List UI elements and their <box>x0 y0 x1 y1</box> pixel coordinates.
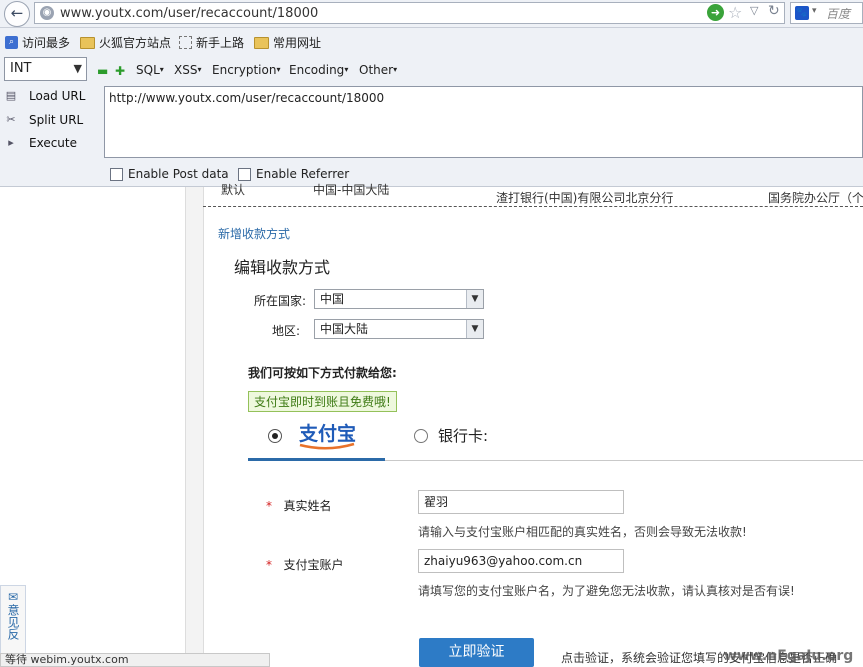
bookmark-star-icon[interactable]: ☆ <box>728 3 742 22</box>
url-dropdown-icon[interactable]: ▽ <box>750 4 758 17</box>
hackbar-panel: ▤ Load URL ✂ Split URL ▸ Execute http://www… <box>0 85 863 187</box>
region-label: 地区: <box>271 324 300 338</box>
page-title: 编辑收款方式 <box>234 258 331 277</box>
menu-encoding[interactable]: Encoding▾ <box>289 63 348 77</box>
url-textarea[interactable]: http://www.youtx.com/user/recaccount/180… <box>104 86 863 158</box>
back-button[interactable]: ← <box>4 1 30 27</box>
menu-encryption[interactable]: Encryption▾ <box>212 63 280 77</box>
payment-heading: 我们可按如下方式付款给您: <box>248 366 397 380</box>
split-url-button[interactable]: ✂ Split URL <box>3 113 83 127</box>
type-select[interactable]: INT ▼ <box>4 57 87 81</box>
alipay-account-input[interactable]: zhaiyu963@yahoo.com.cn <box>418 549 624 573</box>
search-box[interactable]: 🐾 ▾ 百度 <box>790 2 863 24</box>
menu-other[interactable]: Other▾ <box>359 63 397 77</box>
country-select[interactable]: 中国 ▼ <box>314 289 484 309</box>
load-url-button[interactable]: ▤ Load URL <box>3 89 86 103</box>
table-row: 默认 中国-中国大陆 渣打银行(中国)有限公司北京分行 国务院办公厅（个 <box>203 183 863 207</box>
refresh-icon[interactable]: ↻ <box>768 3 780 19</box>
table-cell: 渣打银行(中国)有限公司北京分行 <box>496 191 674 205</box>
bookmark-getting-started[interactable]: 新手上路 <box>179 34 244 51</box>
page-icon <box>179 36 192 49</box>
url-bar[interactable]: ◉ www.youtx.com/user/recaccount/18000 ➜ … <box>34 2 785 24</box>
active-tab-indicator <box>248 458 385 461</box>
search-engine-dropdown-icon[interactable]: ▾ <box>812 6 817 16</box>
account-label: * 支付宝账户 <box>266 558 344 572</box>
bank-card-label[interactable]: 银行卡: <box>438 425 488 446</box>
radio-selected-icon <box>272 433 278 439</box>
menu-sql[interactable]: SQL▾ <box>136 63 164 77</box>
bookmarks-toolbar: ⌕ 访问最多 火狐官方站点 新手上路 常用网址 <box>0 28 863 55</box>
post-data-checkbox[interactable]: Enable Post data <box>110 167 229 181</box>
alipay-logo[interactable]: 支付宝 <box>298 418 356 450</box>
play-icon: ▸ <box>8 136 14 149</box>
plus-icon[interactable]: ✚ <box>115 64 125 78</box>
chevron-down-icon: ▼ <box>73 62 82 75</box>
real-name-input[interactable]: 翟羽 <box>418 490 624 514</box>
table-cell: 中国-中国大陆 <box>313 183 390 197</box>
table-cell: 默认 <box>221 183 246 197</box>
mail-icon: ✉ <box>7 590 19 604</box>
svg-text:支付宝: 支付宝 <box>298 422 356 445</box>
execute-button[interactable]: ▸ Execute <box>3 136 77 150</box>
checkbox-icon <box>238 167 251 181</box>
name-hint: 请输入与支付宝账户相匹配的真实姓名，否则会导致无法收款! <box>418 525 747 539</box>
bookmark-firefox-site[interactable]: 火狐官方站点 <box>80 34 171 51</box>
baidu-paw-icon[interactable]: 🐾 <box>795 6 809 20</box>
url-text[interactable]: www.youtx.com/user/recaccount/18000 <box>60 6 318 21</box>
status-bar: 等待 webim.youtx.com <box>0 653 270 667</box>
page-gutter <box>185 187 204 667</box>
folder-icon <box>80 36 95 49</box>
chevron-down-icon: ▼ <box>466 290 483 308</box>
back-arrow-icon: ← <box>10 4 24 22</box>
add-payment-link[interactable]: 新增收款方式 <box>218 225 290 242</box>
region-select[interactable]: 中国大陆 ▼ <box>314 319 484 339</box>
alipay-logo-graphic: 支付宝 <box>298 422 356 450</box>
checkbox-icon <box>110 167 123 181</box>
chevron-down-icon: ▼ <box>466 320 483 338</box>
country-label: 所在国家: <box>253 294 306 308</box>
account-hint: 请填写您的支付宝账户名，为了避免您无法收款，请认真核对是否有误! <box>418 584 795 598</box>
globe-icon: ◉ <box>40 6 54 20</box>
load-url-icon: ▤ <box>5 89 17 102</box>
table-cell: 国务院办公厅（个 <box>768 191 863 205</box>
bookmark-most-visited[interactable]: ⌕ 访问最多 <box>5 34 70 51</box>
bank-card-radio[interactable] <box>414 429 428 443</box>
hackbar-toolbar: INT ▼ ▬ ✚ SQL▾ XSS▾ Encryption▾ Encoding▾… <box>0 55 863 85</box>
name-label: * 真实姓名 <box>266 499 332 513</box>
scissors-icon: ✂ <box>6 113 16 126</box>
minus-icon[interactable]: ▬ <box>97 64 108 78</box>
alipay-radio[interactable] <box>268 429 282 443</box>
alipay-tip: 支付宝即时到账且免费哦! <box>248 391 397 412</box>
referrer-checkbox[interactable]: Enable Referrer <box>238 167 349 181</box>
verify-button[interactable]: 立即验证 <box>419 638 534 667</box>
feedback-tab[interactable]: ✉ 意见反 <box>0 585 26 655</box>
bookmark-common-sites[interactable]: 常用网址 <box>254 34 321 51</box>
most-visited-icon: ⌕ <box>5 36 18 49</box>
go-icon[interactable]: ➜ <box>707 4 724 21</box>
menu-xss[interactable]: XSS▾ <box>174 63 201 77</box>
search-engine-label[interactable]: 百度 <box>826 5 850 22</box>
folder-icon <box>254 36 269 49</box>
navigation-bar: ← ◉ www.youtx.com/user/recaccount/18000 … <box>0 0 863 28</box>
watermark: www.nEgaJu.org <box>724 648 854 664</box>
